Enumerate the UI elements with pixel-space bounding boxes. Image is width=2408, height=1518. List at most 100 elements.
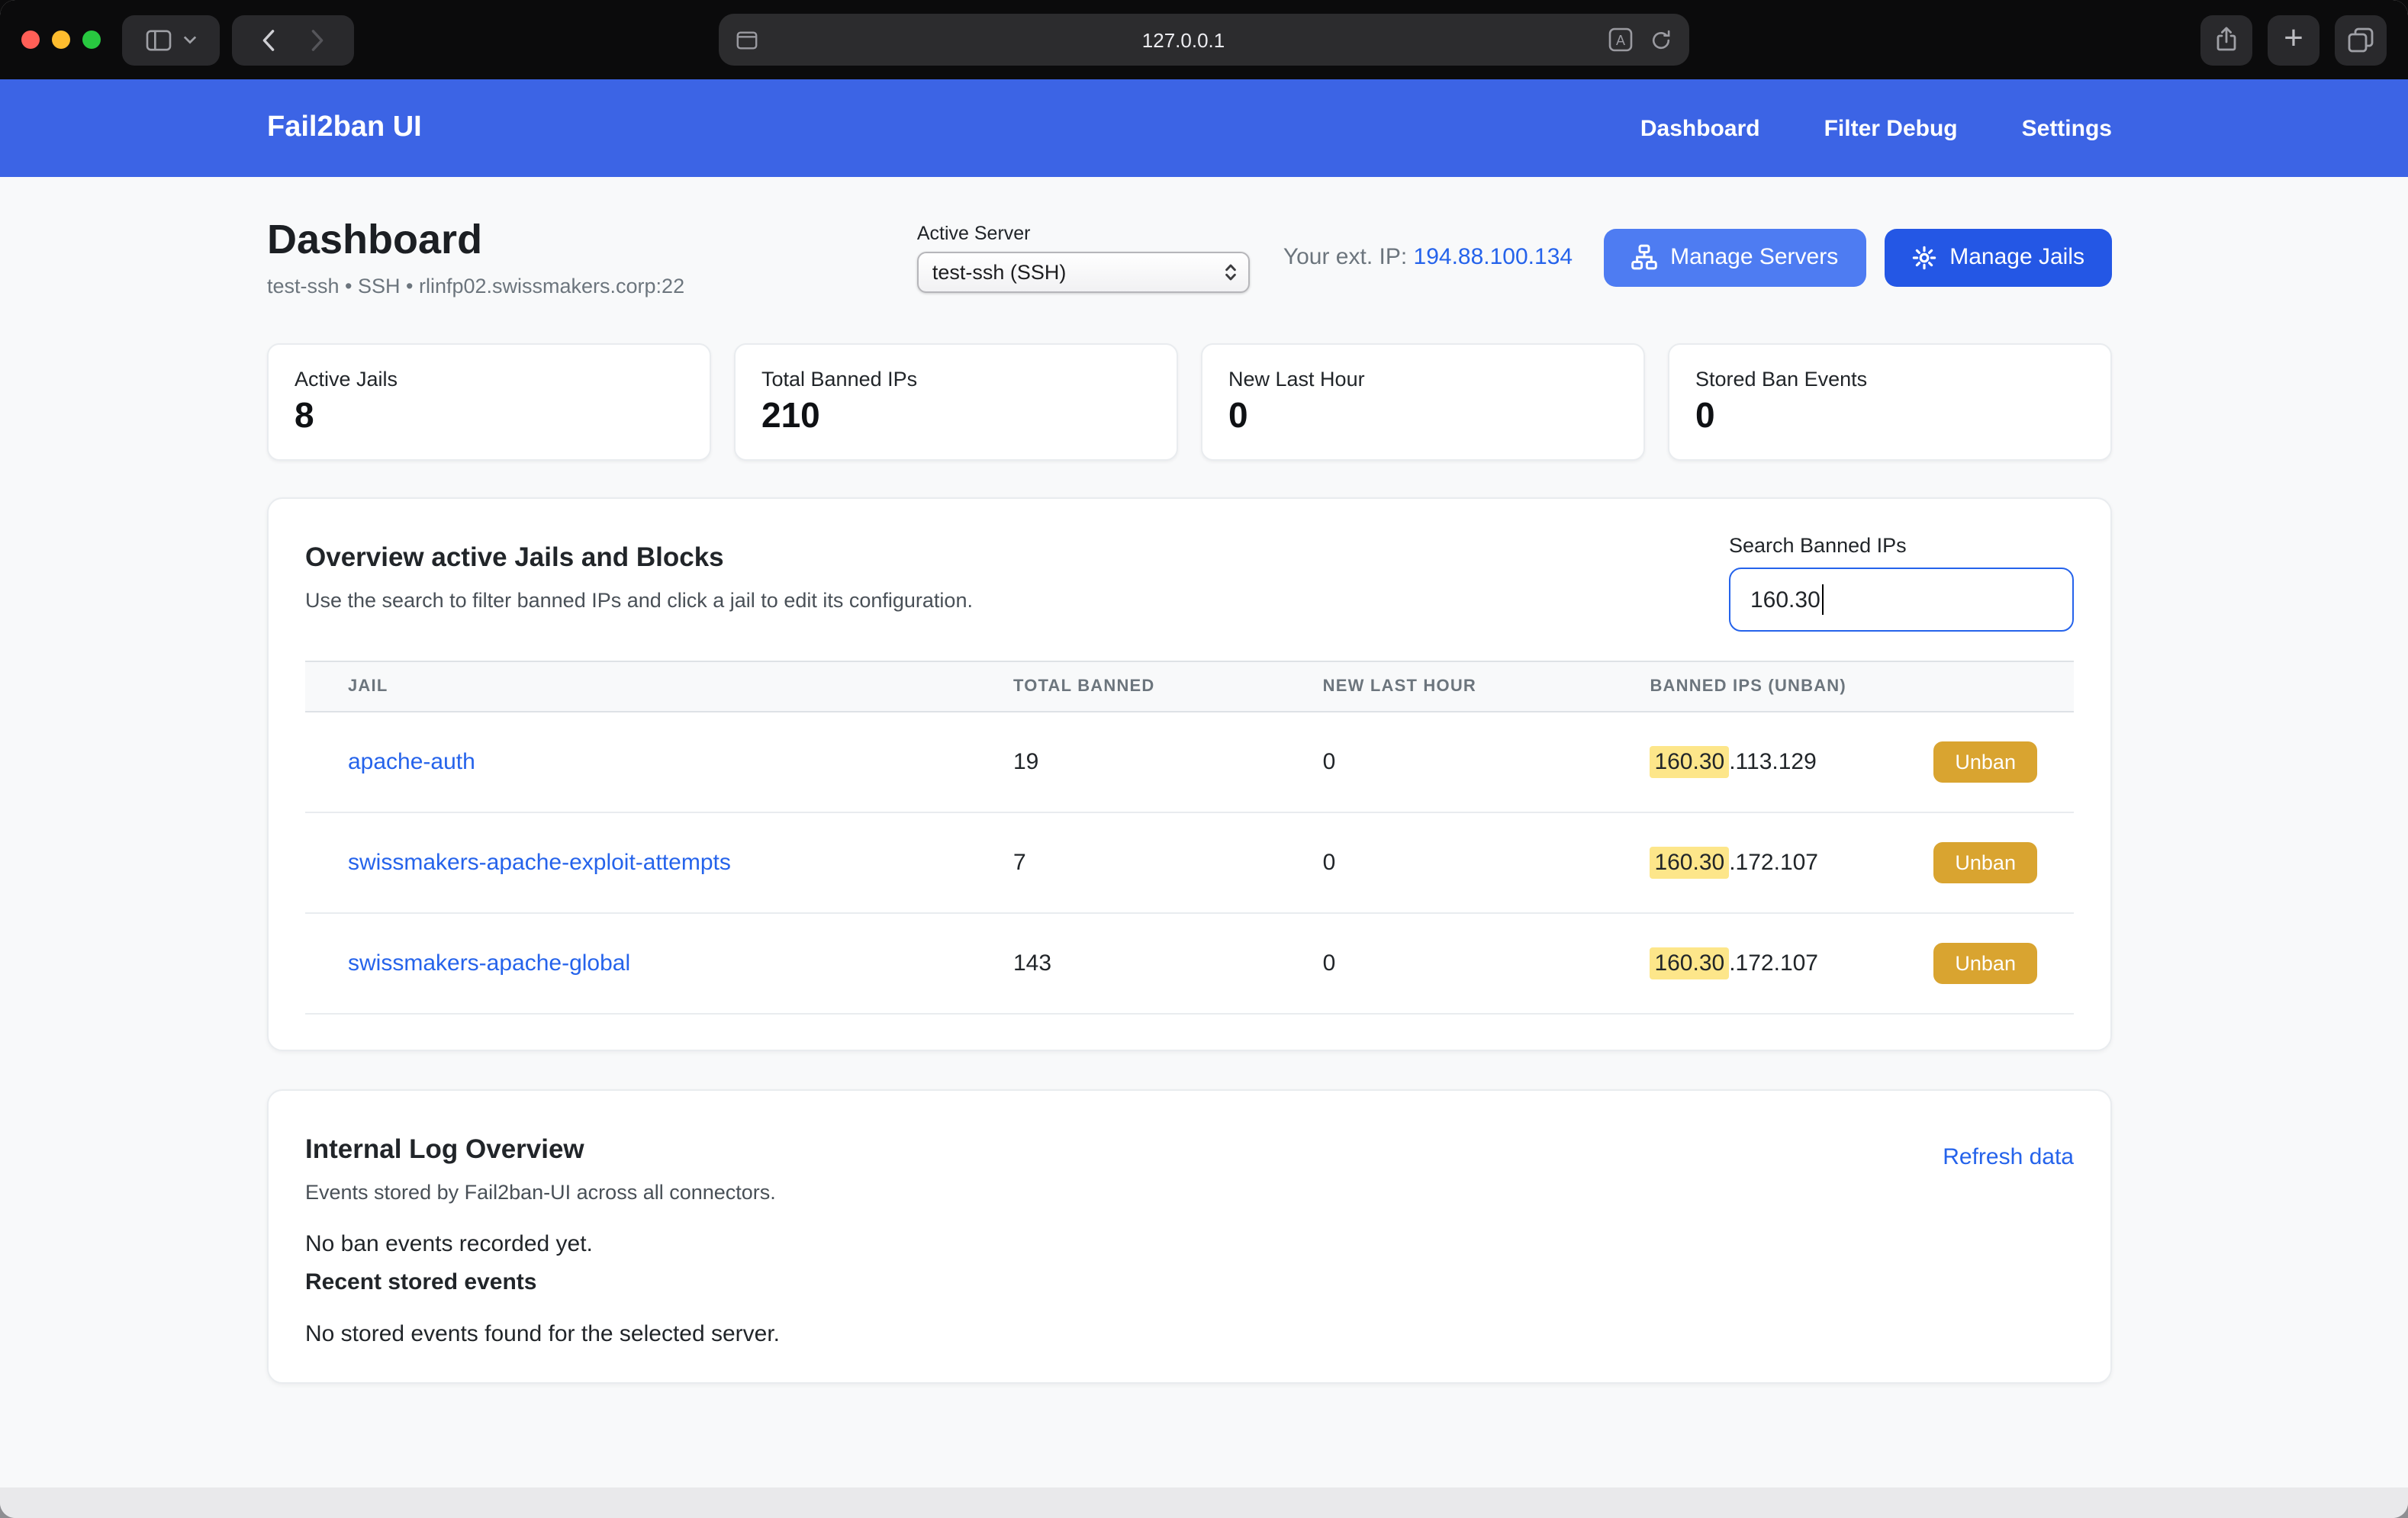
reload-icon[interactable]: [1650, 28, 1672, 51]
manage-jails-button[interactable]: Manage Jails: [1884, 228, 2112, 286]
minimize-window-button[interactable]: [52, 31, 70, 49]
active-server-group: Active Server test-ssh (SSH): [917, 222, 1250, 292]
new-last-hour-cell: 0: [1305, 913, 1632, 1014]
jails-table: JAIL TOTAL BANNED NEW LAST HOUR BANNED I…: [305, 661, 2074, 1015]
forward-button[interactable]: [310, 28, 325, 51]
window-controls: [21, 31, 101, 49]
page-title: Dashboard: [267, 217, 684, 264]
stat-value: 0: [1695, 395, 2084, 436]
col-header-jail: JAIL: [305, 661, 995, 712]
log-subtitle: Events stored by Fail2ban-UI across all …: [305, 1181, 776, 1204]
page-content: Dashboard test-ssh • SSH • rlinfp02.swis…: [0, 177, 2408, 1487]
text-caret: [1822, 584, 1824, 615]
new-last-hour-cell: 0: [1305, 812, 1632, 913]
unban-button[interactable]: Unban: [1933, 741, 2037, 783]
nav-link-filter-debug[interactable]: Filter Debug: [1824, 115, 1958, 141]
page-header: Dashboard test-ssh • SSH • rlinfp02.swis…: [267, 217, 2112, 297]
jail-row: swissmakers-apache-global 143 0 160.30.1…: [305, 913, 2074, 1014]
refresh-data-link[interactable]: Refresh data: [1943, 1144, 2074, 1170]
page-subtitle: test-ssh • SSH • rlinfp02.swissmakers.co…: [267, 275, 684, 297]
share-button[interactable]: [2200, 14, 2252, 65]
overview-title: Overview active Jails and Blocks: [305, 542, 973, 574]
stat-value: 0: [1228, 395, 1618, 436]
stats-row: Active Jails 8 Total Banned IPs 210 New …: [267, 343, 2112, 461]
search-label: Search Banned IPs: [1729, 534, 2074, 557]
ip-highlight: 160.30: [1650, 746, 1729, 778]
zoom-window-button[interactable]: [82, 31, 101, 49]
ip-highlight: 160.30: [1650, 847, 1729, 879]
recent-stored-events-title: Recent stored events: [305, 1269, 2074, 1295]
app-navbar: Fail2ban UI Dashboard Filter Debug Setti…: [0, 79, 2408, 177]
active-server-select[interactable]: test-ssh (SSH): [917, 251, 1250, 292]
gear-icon: [1911, 245, 1936, 269]
active-server-label: Active Server: [917, 222, 1250, 243]
jail-link[interactable]: apache-auth: [348, 749, 475, 775]
no-ban-events-text: No ban events recorded yet.: [305, 1231, 2074, 1257]
col-header-new-last-hour: NEW LAST HOUR: [1305, 661, 1632, 712]
stat-card-active-jails: Active Jails 8: [267, 343, 711, 461]
ip-rest: .172.107: [1729, 850, 1818, 876]
ip-highlight: 160.30: [1650, 947, 1729, 979]
stat-card-stored-ban-events: Stored Ban Events 0: [1668, 343, 2112, 461]
jail-link[interactable]: swissmakers-apache-exploit-attempts: [348, 850, 731, 876]
nav-link-dashboard[interactable]: Dashboard: [1640, 115, 1760, 141]
window-bottom-edge: [0, 1487, 2408, 1518]
log-title: Internal Log Overview: [305, 1134, 776, 1166]
address-bar[interactable]: 127.0.0.1 A: [719, 14, 1689, 66]
stat-value: 8: [295, 395, 684, 436]
stat-card-total-banned-ips: Total Banned IPs 210: [734, 343, 1178, 461]
jail-link[interactable]: swissmakers-apache-global: [348, 950, 630, 976]
new-tab-button[interactable]: +: [2268, 14, 2319, 65]
unban-button[interactable]: Unban: [1933, 943, 2037, 984]
new-last-hour-cell: 0: [1305, 712, 1632, 812]
manage-jails-label: Manage Jails: [1949, 244, 2084, 270]
url-text: 127.0.0.1: [758, 28, 1608, 51]
external-ip-value: 194.88.100.134: [1414, 244, 1573, 270]
stat-label: Total Banned IPs: [761, 368, 1151, 391]
col-header-total-banned: TOTAL BANNED: [995, 661, 1305, 712]
plus-icon: +: [2284, 21, 2303, 55]
total-banned-cell: 7: [995, 812, 1305, 913]
browser-window: 127.0.0.1 A +: [0, 0, 2408, 1518]
banned-ip: 160.30.113.129: [1650, 749, 1816, 775]
banned-ip: 160.30.172.107: [1650, 850, 1818, 876]
external-ip-label: Your ext. IP:: [1283, 244, 1407, 270]
nav-link-settings[interactable]: Settings: [2022, 115, 2112, 141]
titlebar-right-actions: +: [2200, 14, 2387, 65]
window-titlebar: 127.0.0.1 A +: [0, 0, 2408, 79]
back-button[interactable]: [261, 28, 276, 51]
stat-label: Active Jails: [295, 368, 684, 391]
search-block: Search Banned IPs 160.30: [1729, 534, 2074, 632]
stat-card-new-last-hour: New Last Hour 0: [1201, 343, 1645, 461]
banned-ip: 160.30.172.107: [1650, 950, 1818, 976]
select-stepper-icon: [1224, 262, 1238, 281]
overview-subtitle: Use the search to filter banned IPs and …: [305, 589, 973, 612]
close-window-button[interactable]: [21, 31, 40, 49]
stat-label: New Last Hour: [1228, 368, 1618, 391]
ip-rest: .113.129: [1729, 749, 1817, 775]
manage-servers-label: Manage Servers: [1670, 244, 1838, 270]
active-server-value: test-ssh (SSH): [932, 260, 1067, 283]
sidebar-icon: [145, 28, 172, 51]
jail-row: swissmakers-apache-exploit-attempts 7 0 …: [305, 812, 2074, 913]
sitemap-icon: [1631, 244, 1656, 270]
total-banned-cell: 143: [995, 913, 1305, 1014]
search-value: 160.30: [1750, 587, 1820, 613]
overview-card: Overview active Jails and Blocks Use the…: [267, 497, 2112, 1051]
internal-log-card: Internal Log Overview Events stored by F…: [267, 1089, 2112, 1384]
chevron-down-icon: [183, 35, 197, 44]
manage-servers-button[interactable]: Manage Servers: [1603, 228, 1866, 286]
no-stored-events-text: No stored events found for the selected …: [305, 1321, 2074, 1347]
history-navigation: [232, 14, 354, 65]
tab-overview-button[interactable]: [2335, 14, 2387, 65]
page-settings-icon: [736, 28, 758, 51]
stat-label: Stored Ban Events: [1695, 368, 2084, 391]
sidebar-toggle-button[interactable]: [122, 14, 220, 65]
ip-rest: .172.107: [1729, 950, 1818, 976]
translate-icon[interactable]: A: [1608, 27, 1633, 52]
unban-button[interactable]: Unban: [1933, 842, 2037, 883]
external-ip: Your ext. IP: 194.88.100.134: [1283, 244, 1573, 270]
search-banned-ips-input[interactable]: 160.30: [1729, 568, 2074, 632]
svg-text:A: A: [1616, 33, 1625, 48]
total-banned-cell: 19: [995, 712, 1305, 812]
